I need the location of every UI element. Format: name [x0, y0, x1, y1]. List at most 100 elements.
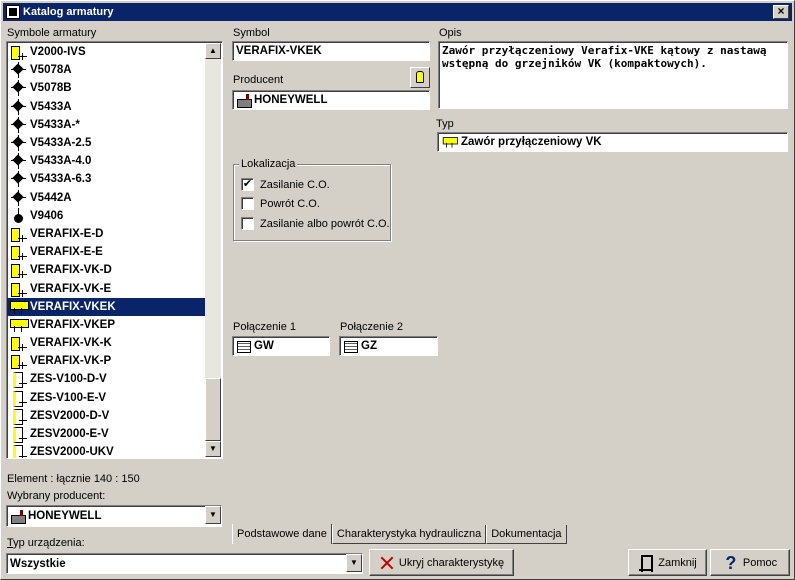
valve-diamond-icon [10, 153, 28, 170]
help-button-label: Pomoc [742, 556, 778, 569]
producer-info-button[interactable] [410, 67, 430, 88]
list-item[interactable]: ZESV2000-UKV [7, 443, 206, 458]
scroll-thumb[interactable] [205, 378, 221, 441]
close-button[interactable]: Zamknij [628, 549, 707, 576]
location-option[interactable]: ✔ Zasilanie C.O. [241, 178, 330, 191]
producer-select[interactable]: HONEYWELL ▼ [6, 505, 222, 527]
symbol-value: VERAFIX-VKEK [236, 45, 322, 57]
symbol-field[interactable]: VERAFIX-VKEK [232, 41, 430, 61]
scroll-down-button[interactable]: ▼ [205, 441, 221, 457]
producer-field[interactable]: HONEYWELL [232, 90, 430, 110]
arrow-up-icon: ▲ [209, 46, 217, 55]
valve-yellow-big-icon [442, 136, 459, 149]
element-count: Element : łącznie 140 : 150 [7, 473, 140, 485]
title-bar: Katalog armatury × [3, 3, 792, 21]
list-item[interactable]: VERAFIX-VKEP [7, 316, 206, 334]
list-item-label: ZESV2000-D-V [30, 409, 110, 422]
list-item[interactable]: VERAFIX-E-D [7, 225, 206, 243]
list-item-label: V9406 [30, 209, 64, 222]
list-item[interactable]: ZESV2000-D-V [7, 407, 206, 425]
description-field[interactable]: Zawór przyłączeniowy Verafix-VKE kątowy … [438, 41, 788, 109]
list-item-label: VERAFIX-VK-P [30, 355, 112, 368]
list-item[interactable]: VERAFIX-E-E [7, 243, 206, 261]
list-item[interactable]: VERAFIX-VK-K [7, 334, 206, 352]
valve-yellow-icon [10, 335, 28, 352]
valve-yellow-icon [10, 226, 28, 242]
list-item-label: VERAFIX-VK-D [30, 264, 112, 277]
list-item[interactable]: ZESV2000-E-V [7, 425, 206, 444]
hide-characteristic-label: Ukryj charakterystykę [398, 556, 505, 569]
list-item[interactable]: V5433A-2.5 [7, 134, 206, 152]
list-item[interactable]: VERAFIX-VKEK [7, 297, 206, 316]
valve-zes-icon [10, 390, 28, 407]
list-item-label: VERAFIX-VKEK [30, 300, 116, 313]
list-item-label: V5433A-6.3 [30, 173, 92, 186]
valve-yellow-icon [10, 44, 28, 61]
connection2-field[interactable]: GZ [339, 336, 438, 356]
checkbox[interactable] [241, 217, 254, 230]
type-field[interactable]: Zawór przyłączeniowy VK [437, 132, 788, 152]
location-option-label: Zasilanie C.O. [260, 178, 330, 191]
window-title: Katalog armatury [23, 6, 114, 18]
valve-diamond-icon [10, 189, 28, 206]
list-item[interactable]: V5433A-6.3 [7, 170, 206, 188]
list-item[interactable]: VERAFIX-VK-P [7, 352, 206, 370]
list-item-label: V5078A [30, 64, 72, 77]
list-item-label: ZESV2000-E-V [30, 428, 109, 441]
list-item-label: ZES-V100-E-V [30, 391, 107, 404]
question-mark-icon: ? [725, 552, 737, 573]
list-item[interactable]: ZES-V100-E-V [7, 389, 206, 407]
tab-documentation[interactable]: Dokumentacja [486, 525, 567, 544]
list-scrollbar[interactable]: ▲ ▼ [205, 43, 221, 457]
valve-yellow-icon [10, 262, 28, 279]
location-option-label: Zasilanie albo powrót C.O. [260, 217, 390, 230]
list-item[interactable]: V5433A [7, 98, 206, 116]
list-item[interactable]: VERAFIX-VK-D [7, 261, 206, 279]
help-button[interactable]: ? Pomoc [710, 549, 790, 576]
valve-diamond-icon [10, 62, 28, 79]
valve-yellow-icon [10, 281, 28, 297]
list-item[interactable]: ZES-V100-D-V [7, 370, 206, 389]
connection2-value: GZ [361, 340, 377, 352]
device-type-select[interactable]: Wszystkie ▼ [6, 553, 363, 574]
list-item[interactable]: V5078A [7, 61, 206, 79]
location-option[interactable]: Powrót C.O. [241, 197, 320, 210]
symbols-listbox[interactable]: V2000-IVS V5078A V5078B V5433A V5433A-* V5433… [6, 41, 223, 459]
valve-yellow-big-icon [10, 317, 29, 333]
list-item[interactable]: V9406 [7, 207, 206, 225]
symbols-list: V2000-IVS V5078A V5078B V5433A V5433A-* V5433… [7, 42, 206, 458]
valve-diamond-icon [10, 116, 28, 133]
door-exit-icon [638, 554, 654, 572]
producer-select-value: HONEYWELL [28, 510, 102, 522]
list-item[interactable]: V5433A-* [7, 116, 206, 134]
connection1-field[interactable]: GW [232, 336, 330, 356]
factory-icon [236, 93, 252, 108]
list-item[interactable]: V5433A-4.0 [7, 152, 206, 170]
list-item-label: VERAFIX-VK-E [30, 282, 112, 295]
valve-yellow-icon [10, 244, 28, 261]
location-option[interactable]: Zasilanie albo powrót C.O. [241, 217, 390, 230]
type-value: Zawór przyłączeniowy VK [461, 136, 602, 148]
list-item-label: V5433A-2.5 [30, 137, 92, 150]
device-type-dropdown-button[interactable]: ▼ [346, 554, 362, 572]
device-type-label-text: yp urządzenia: [13, 537, 85, 549]
hide-characteristic-button[interactable]: Ukryj charakterystykę [369, 549, 514, 576]
list-item-label: VERAFIX-E-D [30, 227, 104, 240]
close-window-button[interactable]: × [773, 5, 789, 19]
list-item-label: VERAFIX-VK-K [30, 337, 112, 350]
list-item-label: V5078B [30, 82, 72, 95]
checkbox[interactable]: ✔ [241, 178, 254, 191]
list-item[interactable]: V5078B [7, 79, 206, 97]
chevron-down-icon: ▼ [350, 558, 358, 567]
scroll-up-button[interactable]: ▲ [205, 43, 221, 59]
tab-hydraulic-characteristic[interactable]: Charakterystyka hydrauliczna [331, 525, 487, 544]
valve-diamond-icon [10, 171, 28, 188]
list-item[interactable]: V5442A [7, 189, 206, 207]
producer-dropdown-button[interactable]: ▼ [205, 506, 221, 524]
tab-basic-data[interactable]: Podstawowe dane [232, 524, 332, 544]
valve-diamond-icon [10, 80, 28, 97]
producer-value: HONEYWELL [254, 94, 328, 106]
list-item[interactable]: V2000-IVS [7, 43, 206, 61]
checkbox[interactable] [241, 197, 254, 210]
list-item[interactable]: VERAFIX-VK-E [7, 279, 206, 297]
